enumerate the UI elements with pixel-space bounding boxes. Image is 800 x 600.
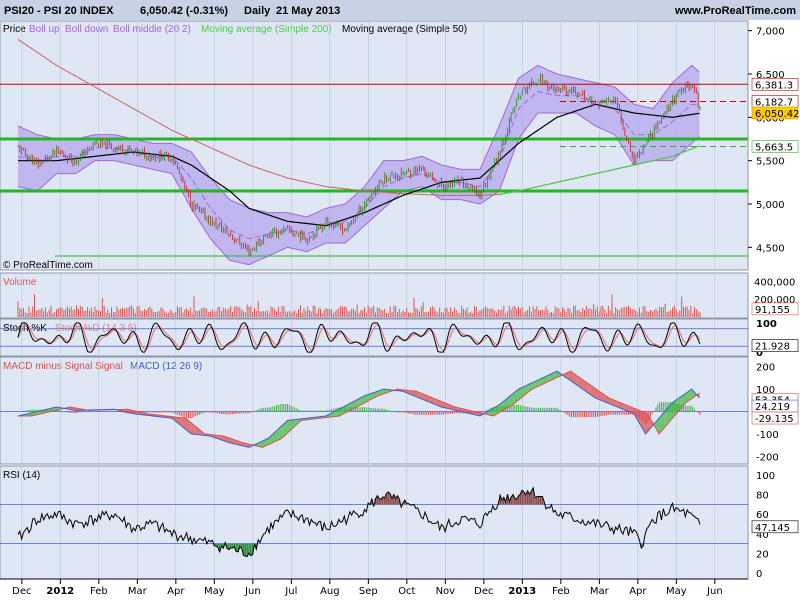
price-level-label: 6,050.42 [755, 109, 800, 120]
volume-y-tick-label: 400,000 [754, 277, 795, 288]
x-tick-label: Apr [167, 586, 185, 597]
x-tick-label: Jun [706, 586, 723, 597]
rsi-y-tick-label: 80 [756, 491, 769, 502]
header-symbol: PSI20 - PSI 20 INDEX [4, 5, 114, 17]
macd-signal-fill [664, 409, 667, 428]
rsi-y-tick-label: 0 [756, 569, 762, 580]
macd-title-signal: Signal [95, 361, 123, 372]
price-level-label: 5,663.5 [755, 142, 793, 153]
x-tick-label: 2012 [46, 586, 74, 597]
x-tick-label: Aug [320, 586, 340, 597]
rsi-y-tick-label: 20 [756, 549, 769, 560]
price-y-tick-label: 7,000 [756, 27, 785, 38]
legend-boll-middle: Boll middle (20 2) [113, 24, 191, 35]
rsi-pane [0, 465, 749, 580]
price-legend: Price Boll up Boll down Boll middle (20 … [3, 24, 467, 35]
x-tick-label: Nov [436, 586, 456, 597]
price-y-tick-label: 4,500 [756, 243, 785, 254]
rsi-y-tick-label: 60 [756, 510, 769, 521]
x-tick-label: 2013 [508, 586, 536, 597]
x-tick-label: Dec [12, 586, 31, 597]
rsi-y-tick-label: 100 [756, 471, 775, 482]
header-site[interactable]: www.ProRealTime.com [674, 5, 796, 17]
macd-signal-fill [662, 411, 665, 430]
stoch-current-label: 21.928 [755, 342, 790, 353]
x-tick-label: Feb [552, 586, 570, 597]
price-y-tick-label: 5,500 [756, 157, 785, 168]
macd-current-label: 24.219 [755, 402, 790, 413]
price-level-label: 6,381.3 [755, 80, 793, 91]
legend-ma200: Moving average (Simple 200) [201, 24, 332, 35]
volume-current-label: 91,155 [755, 305, 790, 316]
legend-boll-up: Boll up [29, 24, 60, 35]
macd-current-label: -29.135 [755, 414, 794, 425]
rsi-current-label: 47.145 [755, 523, 790, 534]
macd-title: MACD minus Signal [3, 361, 92, 372]
x-tick-label: Feb [90, 586, 108, 597]
x-tick-label: Jun [244, 586, 261, 597]
legend-boll-down: Boll down [65, 24, 108, 35]
macd-title-macd: MACD (12 26 9) [130, 361, 202, 372]
watermark: © ProRealTime.com [3, 260, 93, 271]
legend-ma50: Moving average (Simple 50) [342, 24, 467, 35]
macd-y-tick-label: -200 [756, 452, 779, 463]
macd-signal-fill [660, 413, 663, 432]
macd-signal-fill [659, 415, 661, 434]
x-tick-label: May [666, 586, 687, 597]
x-tick-label: Mar [590, 586, 610, 597]
header-period: Daily [244, 5, 271, 17]
stoch-y-tick-label: 100 [756, 319, 777, 330]
macd-y-tick-label: -100 [756, 430, 779, 441]
volume-title: Volume [3, 277, 37, 288]
x-tick-label: Oct [398, 586, 415, 597]
x-tick-label: Mar [128, 586, 148, 597]
x-tick-label: May [204, 586, 225, 597]
x-tick-label: Dec [474, 586, 493, 597]
header-date: 21 May 2013 [276, 5, 340, 17]
x-tick-label: Sep [359, 586, 378, 597]
price-y-tick-label: 5,000 [756, 200, 785, 211]
x-tick-label: Jul [284, 586, 297, 597]
header-quote: 6,050.42 (-0.31%) [140, 5, 228, 17]
legend-price: Price [3, 24, 26, 35]
x-tick-label: Apr [629, 586, 647, 597]
technical-chart: PSI20 - PSI 20 INDEX 6,050.42 (-0.31%) D… [0, 0, 800, 597]
macd-y-tick-label: 200 [756, 363, 775, 374]
